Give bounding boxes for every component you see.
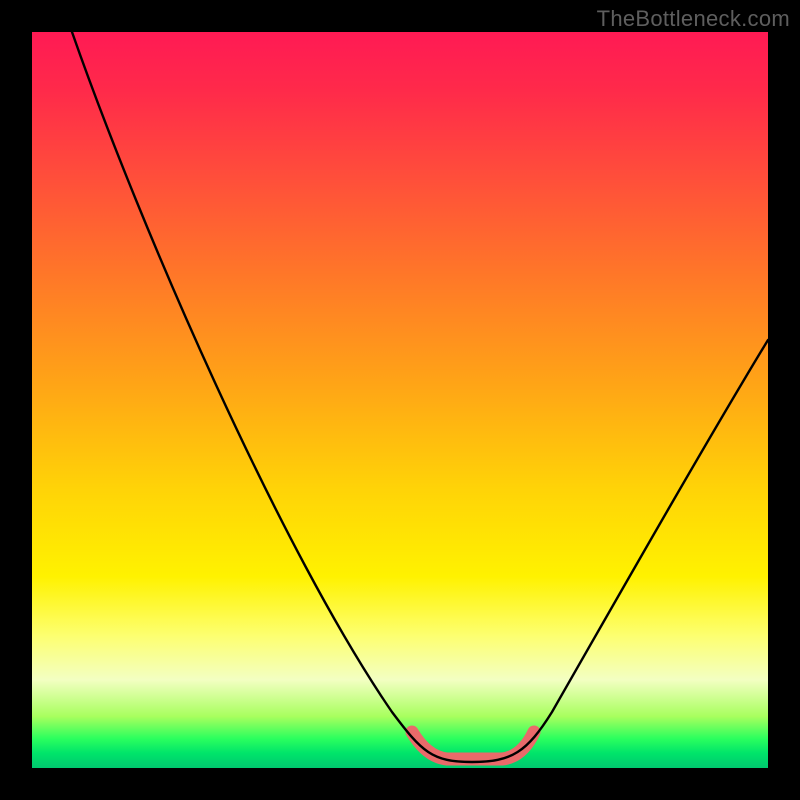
chart-frame: TheBottleneck.com	[0, 0, 800, 800]
minimum-highlight	[412, 732, 534, 759]
watermark-text: TheBottleneck.com	[597, 6, 790, 32]
curve-path	[72, 32, 768, 762]
plot-area	[32, 32, 768, 768]
bottleneck-curve	[32, 32, 768, 768]
